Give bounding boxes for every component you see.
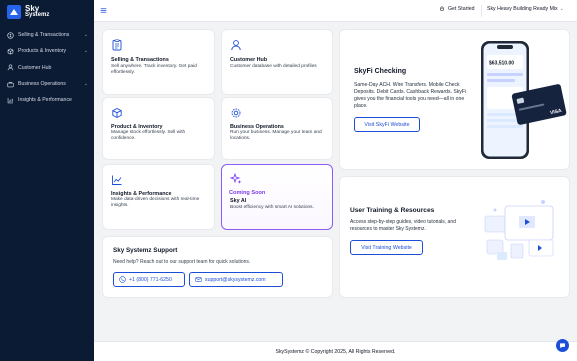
chat-icon bbox=[560, 343, 565, 349]
support-title: Sky Systemz Support bbox=[113, 247, 178, 254]
sidebar-item-selling[interactable]: Selling & Transactions ⌄ bbox=[0, 27, 94, 43]
support-card: Sky Systemz Support Need help? Reach out… bbox=[102, 236, 333, 298]
company-selector[interactable]: Sky Heavy Building Ready Mix ⌄ bbox=[487, 6, 564, 12]
footer: SkySystemz © Copyright 2025, All Rights … bbox=[94, 341, 577, 361]
feature-card-sky-ai[interactable]: Coming Soon Sky AI Boost efficiency with… bbox=[221, 164, 333, 230]
visit-skyfi-button[interactable]: Visit SkyFi Website bbox=[354, 117, 420, 132]
get-started-label: Get Started bbox=[448, 6, 475, 12]
skyfi-title: SkyFi Checking bbox=[354, 68, 407, 75]
feature-title: Sky AI bbox=[230, 198, 247, 204]
chevron-down-icon: ⌄ bbox=[83, 81, 88, 88]
dollar-circle-icon bbox=[7, 31, 14, 39]
support-email-button[interactable]: support@skysystemz.com bbox=[189, 272, 283, 287]
feature-card-business-operations[interactable]: Business Operations Run your business. M… bbox=[221, 97, 333, 160]
feature-title: Customer Hub bbox=[230, 57, 268, 63]
training-title: User Training & Resources bbox=[350, 207, 435, 214]
box-icon bbox=[112, 107, 122, 119]
rocket-icon bbox=[439, 6, 445, 11]
chevron-down-icon: ⌄ bbox=[83, 32, 88, 39]
menu-icon[interactable] bbox=[100, 7, 107, 14]
sidebar-item-label: Insights & Performance bbox=[18, 97, 72, 104]
chart-icon bbox=[7, 97, 13, 104]
mail-icon bbox=[195, 277, 202, 282]
feature-desc: Sell anywhere. Track inventory. Get paid… bbox=[111, 64, 197, 76]
skyfi-phone-illustration: $63,510.00 VISA bbox=[481, 41, 567, 159]
logo-mark-icon bbox=[7, 5, 21, 19]
box-icon bbox=[7, 48, 14, 55]
support-desc: Need help? Reach out to our support team… bbox=[113, 259, 251, 265]
chevron-down-icon: ⌄ bbox=[83, 48, 88, 55]
coming-soon-badge: Coming Soon bbox=[229, 190, 266, 196]
support-email: support@skysystemz.com bbox=[205, 276, 266, 283]
feature-title: Selling & Transactions bbox=[111, 57, 169, 63]
chat-widget-button[interactable] bbox=[556, 339, 569, 352]
brand-logo[interactable]: Sky Systemz bbox=[7, 5, 49, 19]
skyfi-card: SkyFi Checking Same-Day ACH. Wire Transf… bbox=[339, 29, 570, 170]
user-icon bbox=[7, 64, 14, 71]
sidebar-item-label: Products & Inventory bbox=[18, 48, 67, 55]
training-card: User Training & Resources Access step-by… bbox=[339, 176, 570, 298]
support-phone-button[interactable]: +1 (800) 771-6250 bbox=[113, 272, 185, 287]
skyfi-desc: Same-Day ACH. Wire Transfers. Mobile Che… bbox=[354, 82, 467, 110]
company-name: Sky Heavy Building Ready Mix bbox=[487, 6, 558, 12]
clipboard-icon bbox=[112, 39, 122, 51]
sidebar-item-business-operations[interactable]: Business Operations ⌄ bbox=[0, 76, 94, 92]
feature-desc: Run your business. Manage your team and … bbox=[230, 130, 322, 142]
feature-desc: Manage stock effortlessly. Sell with con… bbox=[111, 130, 186, 142]
feature-desc: Customer database with detailed profiles bbox=[230, 64, 317, 69]
sparkle-icon bbox=[230, 173, 242, 184]
brand-line1: Sky bbox=[25, 4, 40, 13]
feature-desc: Make data-driven decisions with real-tim… bbox=[111, 197, 200, 209]
sidebar-item-products[interactable]: Products & Inventory ⌄ bbox=[0, 43, 94, 59]
briefcase-icon bbox=[7, 81, 14, 87]
support-phone: +1 (800) 771-6250 bbox=[129, 276, 172, 283]
sidebar-item-label: Selling & Transactions bbox=[18, 32, 70, 39]
feature-card-insights[interactable]: Insights & Performance Make data-driven … bbox=[102, 164, 215, 230]
feature-card-customer-hub[interactable]: Customer Hub Customer database with deta… bbox=[221, 29, 333, 95]
sidebar-nav: Selling & Transactions ⌄ Products & Inve… bbox=[0, 27, 94, 108]
footer-copyright: SkySystemz © Copyright 2025, All Rights … bbox=[275, 349, 396, 355]
feature-card-selling[interactable]: Selling & Transactions Sell anywhere. Tr… bbox=[102, 29, 215, 95]
gear-icon bbox=[231, 108, 241, 118]
phone-icon bbox=[119, 276, 126, 283]
sidebar-item-insights[interactable]: Insights & Performance bbox=[0, 92, 94, 108]
sidebar-item-label: Customer Hub bbox=[18, 64, 52, 71]
visit-training-button[interactable]: Visit Training Website bbox=[350, 240, 423, 255]
feature-desc: Boost efficiency with smart AI solutions… bbox=[230, 205, 314, 210]
sidebar-item-customer-hub[interactable]: Customer Hub bbox=[0, 60, 94, 76]
sidebar-item-label: Business Operations bbox=[18, 81, 66, 88]
top-bar: Get Started Sky Heavy Building Ready Mix… bbox=[94, 0, 577, 22]
chevron-down-icon: ⌄ bbox=[559, 6, 564, 12]
chart-icon bbox=[112, 175, 122, 185]
training-illustration bbox=[484, 200, 554, 260]
sidebar: Sky Systemz Selling & Transactions ⌄ Pro… bbox=[0, 0, 94, 361]
topbar-divider bbox=[481, 5, 482, 17]
brand-name: Sky Systemz bbox=[25, 5, 49, 19]
training-desc: Access step-by-step guides, video tutori… bbox=[350, 219, 456, 232]
brand-line2: Systemz bbox=[25, 12, 50, 18]
user-icon bbox=[231, 40, 241, 51]
phone-balance: $63,510.00 bbox=[489, 61, 514, 67]
get-started-button[interactable]: Get Started bbox=[439, 6, 475, 12]
feature-card-products[interactable]: Product & Inventory Manage stock effortl… bbox=[102, 97, 215, 160]
